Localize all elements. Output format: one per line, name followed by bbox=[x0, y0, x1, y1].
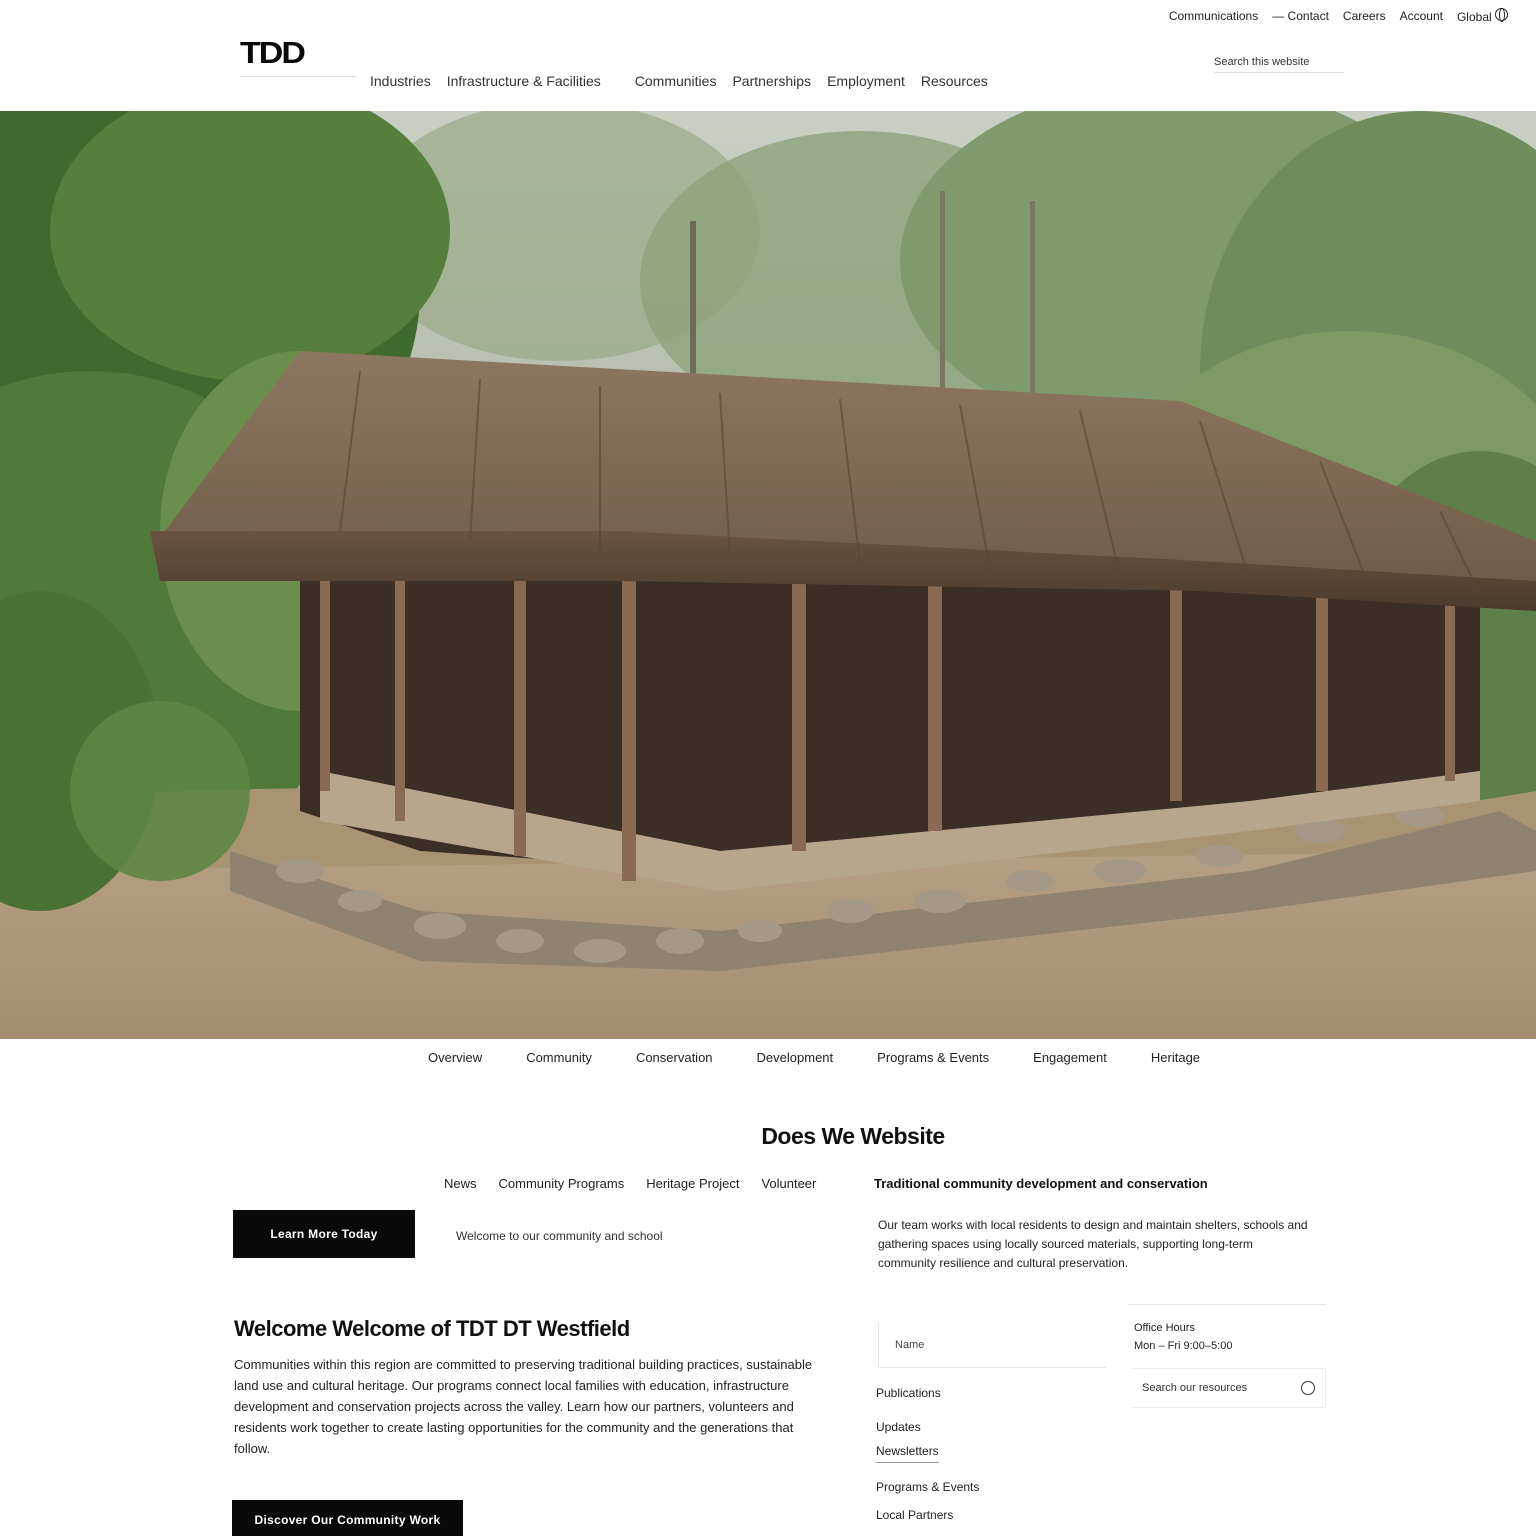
main-nav-resources[interactable]: Resources bbox=[921, 73, 988, 89]
sub-tab-news[interactable]: News bbox=[444, 1176, 477, 1191]
main-nav-infrastructure[interactable]: Infrastructure & Facilities bbox=[447, 73, 601, 89]
main-nav-industries[interactable]: Industries bbox=[370, 73, 431, 89]
about-title: Welcome Welcome of TDT DT Westfield bbox=[234, 1316, 630, 1341]
sub-tabs: News Community Programs Heritage Project… bbox=[444, 1176, 816, 1191]
globe-icon bbox=[1495, 8, 1508, 22]
link-publications[interactable]: Publications bbox=[876, 1386, 941, 1400]
link-programs-events[interactable]: Programs & Events bbox=[876, 1480, 979, 1494]
header-search-link[interactable]: Search this website bbox=[1214, 56, 1344, 73]
utility-link-careers[interactable]: Careers bbox=[1343, 9, 1386, 23]
main-nav-partnerships[interactable]: Partnerships bbox=[732, 73, 811, 89]
section-nav-engagement[interactable]: Engagement bbox=[1033, 1050, 1107, 1065]
section-nav-heritage[interactable]: Heritage bbox=[1151, 1050, 1200, 1065]
utility-link-contact[interactable]: — Contact bbox=[1272, 9, 1329, 23]
info-card: Office Hours Mon – Fri 9:00–5:00 bbox=[1128, 1304, 1326, 1366]
utility-link-communications[interactable]: Communications bbox=[1169, 9, 1258, 23]
section-nav-conservation[interactable]: Conservation bbox=[636, 1050, 713, 1065]
main-nav-employment[interactable]: Employment bbox=[827, 73, 905, 89]
main-nav: Industries Infrastructure & Facilities C… bbox=[370, 73, 988, 89]
hero-image bbox=[0, 111, 1536, 1039]
main-nav-communities[interactable]: Communities bbox=[635, 73, 717, 89]
sub-tab-heritage[interactable]: Heritage Project bbox=[646, 1176, 739, 1191]
right-heading: Traditional community development and co… bbox=[874, 1176, 1208, 1191]
learn-more-button[interactable]: Learn More Today bbox=[233, 1210, 415, 1258]
link-local-partners[interactable]: Local Partners bbox=[876, 1508, 953, 1522]
section-nav-development[interactable]: Development bbox=[757, 1050, 834, 1065]
name-field[interactable] bbox=[878, 1322, 1106, 1368]
right-body: Our team works with local residents to d… bbox=[878, 1218, 1308, 1270]
sub-tab-volunteer[interactable]: Volunteer bbox=[761, 1176, 816, 1191]
utility-link-account[interactable]: Account bbox=[1400, 9, 1443, 23]
info-card-line: Mon – Fri 9:00–5:00 bbox=[1134, 1340, 1233, 1352]
cta-caption: Welcome to our community and school bbox=[456, 1229, 663, 1243]
discover-button[interactable]: Discover Our Community Work bbox=[232, 1500, 463, 1536]
section-nav-programs[interactable]: Programs & Events bbox=[877, 1050, 989, 1065]
utility-nav: Communications — Contact Careers Account… bbox=[1169, 8, 1508, 24]
logo-divider bbox=[240, 76, 356, 77]
resource-search-input[interactable]: Search our resources bbox=[1132, 1368, 1326, 1408]
hero-illustration bbox=[0, 111, 1536, 1039]
resource-search-placeholder: Search our resources bbox=[1142, 1382, 1248, 1394]
info-card-line: Office Hours bbox=[1134, 1322, 1195, 1334]
section-title: Does We Website bbox=[761, 1123, 945, 1149]
link-updates[interactable]: Updates bbox=[876, 1420, 921, 1434]
utility-link-global[interactable]: Global bbox=[1457, 8, 1508, 24]
section-nav-community[interactable]: Community bbox=[526, 1050, 592, 1065]
site-logo[interactable]: TDD bbox=[240, 36, 306, 71]
about-body: Communities within this region are commi… bbox=[234, 1357, 813, 1456]
utility-link-global-label: Global bbox=[1456, 10, 1492, 24]
sub-tab-programs[interactable]: Community Programs bbox=[499, 1176, 625, 1191]
link-newsletters[interactable]: Newsletters bbox=[876, 1444, 939, 1463]
section-nav-overview[interactable]: Overview bbox=[428, 1050, 482, 1065]
search-icon[interactable] bbox=[1301, 1381, 1315, 1395]
section-nav: Overview Community Conservation Developm… bbox=[428, 1050, 1200, 1065]
